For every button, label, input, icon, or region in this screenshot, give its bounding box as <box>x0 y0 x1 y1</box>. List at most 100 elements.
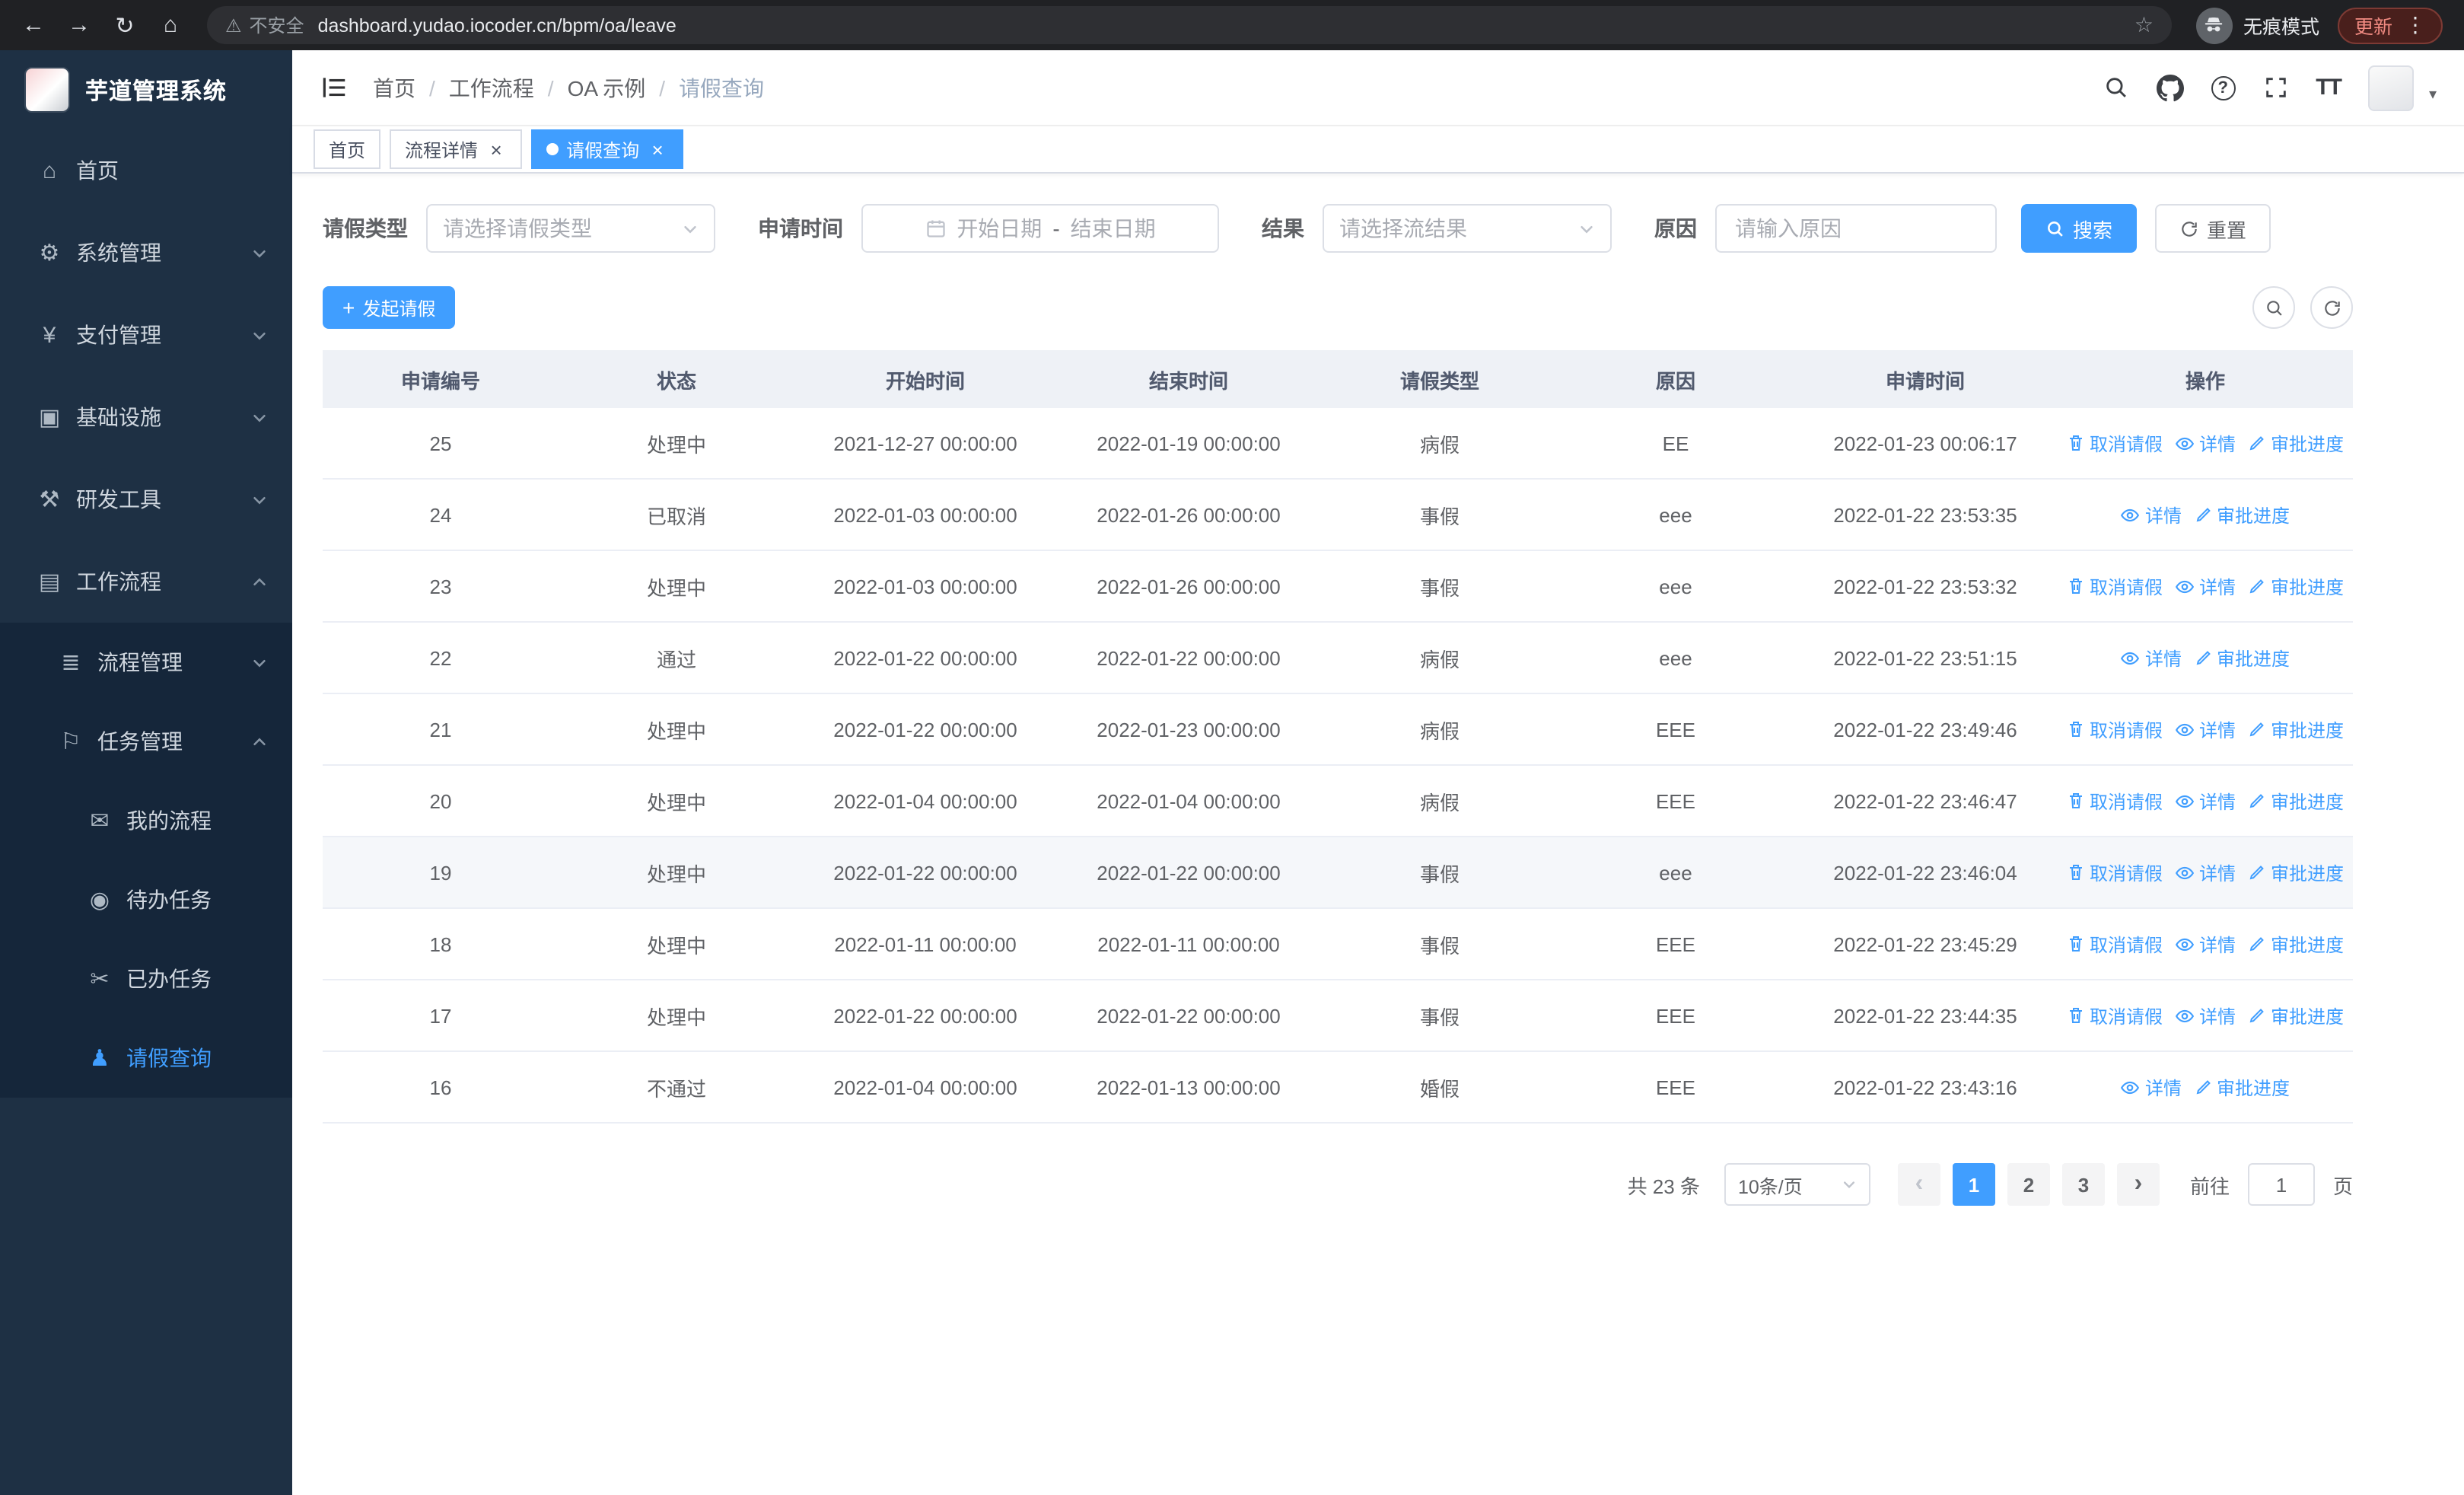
tab-home[interactable]: 首页 <box>314 129 381 169</box>
detail-link[interactable]: 详情 <box>2121 645 2182 671</box>
security-warning[interactable]: ⚠ 不安全 <box>225 12 304 38</box>
cancel-leave-link[interactable]: 取消请假 <box>2067 788 2163 814</box>
reset-button[interactable]: 重置 <box>2155 204 2271 253</box>
cell-status: 处理中 <box>646 576 706 599</box>
approval-progress-link[interactable]: 审批进度 <box>2248 716 2344 742</box>
pen-icon <box>2194 505 2212 524</box>
reason-input[interactable] <box>1717 206 1995 251</box>
cell-actions: 取消请假 详情 审批进度 <box>2058 430 2353 456</box>
cancel-leave-link[interactable]: 取消请假 <box>2067 931 2163 957</box>
sidebar-item-task-mgmt[interactable]: ⚐ 任务管理 <box>0 702 292 781</box>
approval-progress-link[interactable]: 审批进度 <box>2248 788 2344 814</box>
sidebar-item-todo-task[interactable]: ◉ 待办任务 <box>0 860 292 939</box>
browser-home-icon[interactable]: ⌂ <box>149 4 192 46</box>
breadcrumb-item[interactable]: 工作流程 <box>449 72 534 103</box>
app-shell: 芋道管理系统 ⌂ 首页 ⚙ 系统管理 ¥ 支付管理 ▣ 基础设施 ⚒ 研发工具 ▤ 工作流程 ≣ 流程管理… <box>0 50 2464 1495</box>
result-select[interactable]: 请选择流结果 <box>1323 204 1612 253</box>
approval-progress-link[interactable]: 审批进度 <box>2248 430 2344 456</box>
detail-link[interactable]: 详情 <box>2121 502 2182 528</box>
tab-leave-query[interactable]: 请假查询 × <box>531 129 684 169</box>
eye-icon <box>2175 1006 2195 1025</box>
cancel-leave-link[interactable]: 取消请假 <box>2067 716 2163 742</box>
cell-reason: eee <box>1659 575 1692 598</box>
action-label: 取消请假 <box>2089 934 2163 955</box>
update-button[interactable]: 更新 ⋮ <box>2337 7 2443 43</box>
detail-link[interactable]: 详情 <box>2175 573 2236 599</box>
cancel-leave-link[interactable]: 取消请假 <box>2067 573 2163 599</box>
action-label: 审批进度 <box>2271 1006 2345 1027</box>
breadcrumb-item[interactable]: 首页 <box>373 72 415 103</box>
bookmark-star-icon[interactable]: ☆ <box>2135 12 2154 38</box>
next-page-button[interactable]: › <box>2116 1163 2160 1206</box>
collapse-menu-icon[interactable] <box>320 73 349 102</box>
user-avatar[interactable] <box>2367 65 2414 110</box>
close-icon[interactable]: × <box>485 139 507 160</box>
cell-status: 处理中 <box>646 433 706 456</box>
address-bar[interactable]: ⚠ 不安全 dashboard.yudao.iocoder.cn/bpm/oa/… <box>207 6 2172 44</box>
approval-progress-link[interactable]: 审批进度 <box>2248 573 2344 599</box>
forward-icon[interactable]: → <box>58 4 100 46</box>
breadcrumb-separator: / <box>429 75 435 100</box>
close-icon[interactable]: × <box>647 139 668 160</box>
prev-page-button[interactable]: ‹ <box>1897 1163 1940 1206</box>
screen: ← → ↻ ⌂ ⚠ 不安全 dashboard.yudao.iocoder.cn… <box>0 0 2464 1495</box>
sidebar-item-leave-query[interactable]: ♟ 请假查询 <box>0 1018 292 1098</box>
sidebar-item-infrastructure[interactable]: ▣ 基础设施 <box>0 376 292 458</box>
reload-icon[interactable]: ↻ <box>103 4 146 46</box>
detail-link[interactable]: 详情 <box>2121 1074 2182 1100</box>
apply-time-range-picker[interactable]: 开始日期 - 结束日期 <box>861 204 1219 253</box>
approval-progress-link[interactable]: 审批进度 <box>2194 645 2290 671</box>
goto-page-input[interactable] <box>2247 1163 2315 1206</box>
search-button[interactable]: 搜索 <box>2021 204 2138 253</box>
breadcrumb-item[interactable]: OA 示例 <box>568 72 646 103</box>
page-button-2[interactable]: 2 <box>2007 1163 2050 1206</box>
dashboard-icon: ⌂ <box>42 158 57 183</box>
font-size-icon[interactable]: TT <box>2316 75 2342 100</box>
detail-link[interactable]: 详情 <box>2175 430 2236 456</box>
sidebar-item-done-task[interactable]: ✂ 已办任务 <box>0 939 292 1018</box>
eye-icon <box>2175 719 2195 739</box>
sidebar-item-workflow[interactable]: ▤ 工作流程 <box>0 540 292 623</box>
cancel-leave-link[interactable]: 取消请假 <box>2067 430 2163 456</box>
back-icon[interactable]: ← <box>12 4 55 46</box>
page-button-1[interactable]: 1 <box>1952 1163 1995 1206</box>
search-icon[interactable] <box>2103 75 2128 100</box>
approval-progress-link[interactable]: 审批进度 <box>2194 1074 2290 1100</box>
table-row: 19 处理中 2022-01-22 00:00:00 2022-01-22 00:00… <box>323 837 2353 909</box>
approval-progress-link[interactable]: 审批进度 <box>2248 931 2344 957</box>
create-leave-button[interactable]: + 发起请假 <box>323 286 456 329</box>
browser-menu-icon[interactable]: ⋮ <box>2405 12 2426 38</box>
detail-link[interactable]: 详情 <box>2175 1003 2236 1028</box>
page-size-select[interactable]: 10条/页 <box>1724 1163 1870 1206</box>
apply-time-label: 申请时间 <box>758 216 843 241</box>
refresh-table-button[interactable] <box>2310 286 2353 329</box>
leave-type-select[interactable]: 请选择请假类型 <box>426 204 715 253</box>
page-button-3[interactable]: 3 <box>2061 1163 2105 1206</box>
search-toggle-button[interactable] <box>2252 286 2295 329</box>
sidebar-item-payment[interactable]: ¥ 支付管理 <box>0 294 292 376</box>
sidebar-item-devtools[interactable]: ⚒ 研发工具 <box>0 458 292 540</box>
cell-type: 病假 <box>1419 648 1460 671</box>
detail-link[interactable]: 详情 <box>2175 931 2236 957</box>
cancel-leave-link[interactable]: 取消请假 <box>2067 859 2163 885</box>
workflow-icon: ▤ <box>38 569 61 595</box>
sidebar-item-home[interactable]: ⌂ 首页 <box>0 129 292 212</box>
detail-link[interactable]: 详情 <box>2175 716 2236 742</box>
infrastructure-icon: ▣ <box>38 405 61 431</box>
trash-icon <box>2067 935 2085 953</box>
github-icon[interactable] <box>2156 74 2184 101</box>
tab-process-detail[interactable]: 流程详情 × <box>390 129 523 169</box>
sidebar-item-my-process[interactable]: ✉ 我的流程 <box>0 781 292 860</box>
sidebar-item-process-mgmt[interactable]: ≣ 流程管理 <box>0 623 292 702</box>
approval-progress-link[interactable]: 审批进度 <box>2248 859 2344 885</box>
help-icon[interactable]: ? <box>2211 75 2236 100</box>
sidebar-item-system[interactable]: ⚙ 系统管理 <box>0 212 292 294</box>
pagination: 共 23 条 10条/页 ‹ 123 › 前往 页 <box>323 1163 2353 1206</box>
approval-progress-link[interactable]: 审批进度 <box>2248 1003 2344 1028</box>
detail-link[interactable]: 详情 <box>2175 788 2236 814</box>
detail-link[interactable]: 详情 <box>2175 859 2236 885</box>
avatar-caret-icon[interactable]: ▾ <box>2429 86 2437 110</box>
approval-progress-link[interactable]: 审批进度 <box>2194 502 2290 528</box>
fullscreen-icon[interactable] <box>2262 75 2288 100</box>
cancel-leave-link[interactable]: 取消请假 <box>2067 1003 2163 1028</box>
